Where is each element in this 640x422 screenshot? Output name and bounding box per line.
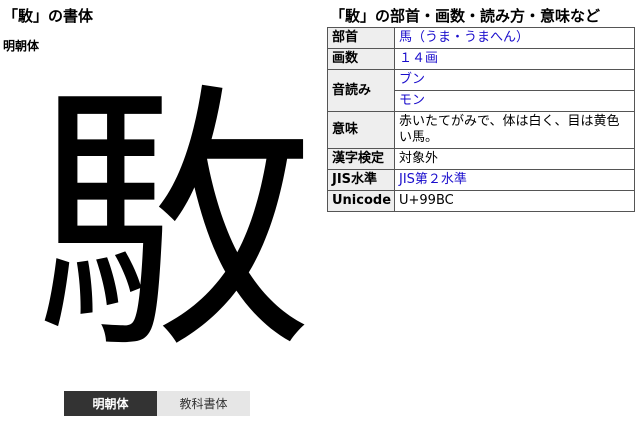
glyph-section-title: 「駇」の書体 [3, 7, 94, 25]
table-row: 部首 馬（うま・うまへん） [327, 27, 635, 49]
kanji-info-table: 部首 馬（うま・うまへん） 画数 １４画 音読み ブン モン 意味 赤いたてがみ… [327, 27, 635, 212]
meaning-label: 意味 [327, 111, 395, 149]
reading-label: 音読み [327, 69, 395, 112]
kanken-label: 漢字検定 [327, 148, 395, 170]
info-section-title: 「駇」の部首・画数・読み方・意味など [330, 7, 601, 25]
jis-link[interactable]: JIS第２水準 [399, 172, 467, 187]
font-toggle: 明朝体 教科書体 [64, 391, 250, 416]
font-style-label: 明朝体 [3, 39, 40, 53]
strokes-label: 画数 [327, 48, 395, 70]
glyph-display: 駇 [28, 78, 320, 370]
textbook-toggle-button[interactable]: 教科書体 [157, 391, 250, 416]
table-row: 画数 １４画 [327, 48, 635, 70]
table-row: 音読み ブン [327, 69, 635, 112]
kanken-value: 対象外 [394, 148, 635, 170]
unicode-value: U+99BC [394, 190, 635, 212]
reading-link-bun[interactable]: ブン [399, 72, 425, 87]
table-row: Unicode U+99BC [327, 190, 635, 212]
unicode-label: Unicode [327, 190, 395, 212]
table-row: 漢字検定 対象外 [327, 148, 635, 170]
reading-link-mon[interactable]: モン [399, 93, 425, 108]
table-row: 意味 赤いたてがみで、体は白く、目は黄色い馬。 [327, 111, 635, 149]
radical-label: 部首 [327, 27, 395, 49]
mincho-toggle-button[interactable]: 明朝体 [64, 391, 157, 416]
jis-label: JIS水準 [327, 169, 395, 191]
strokes-link[interactable]: １４画 [399, 51, 438, 66]
radical-link[interactable]: 馬（うま・うまへん） [399, 30, 529, 45]
table-row: JIS水準 JIS第２水準 [327, 169, 635, 191]
meaning-value: 赤いたてがみで、体は白く、目は黄色い馬。 [394, 111, 635, 149]
kanji-glyph: 駇 [34, 78, 314, 370]
